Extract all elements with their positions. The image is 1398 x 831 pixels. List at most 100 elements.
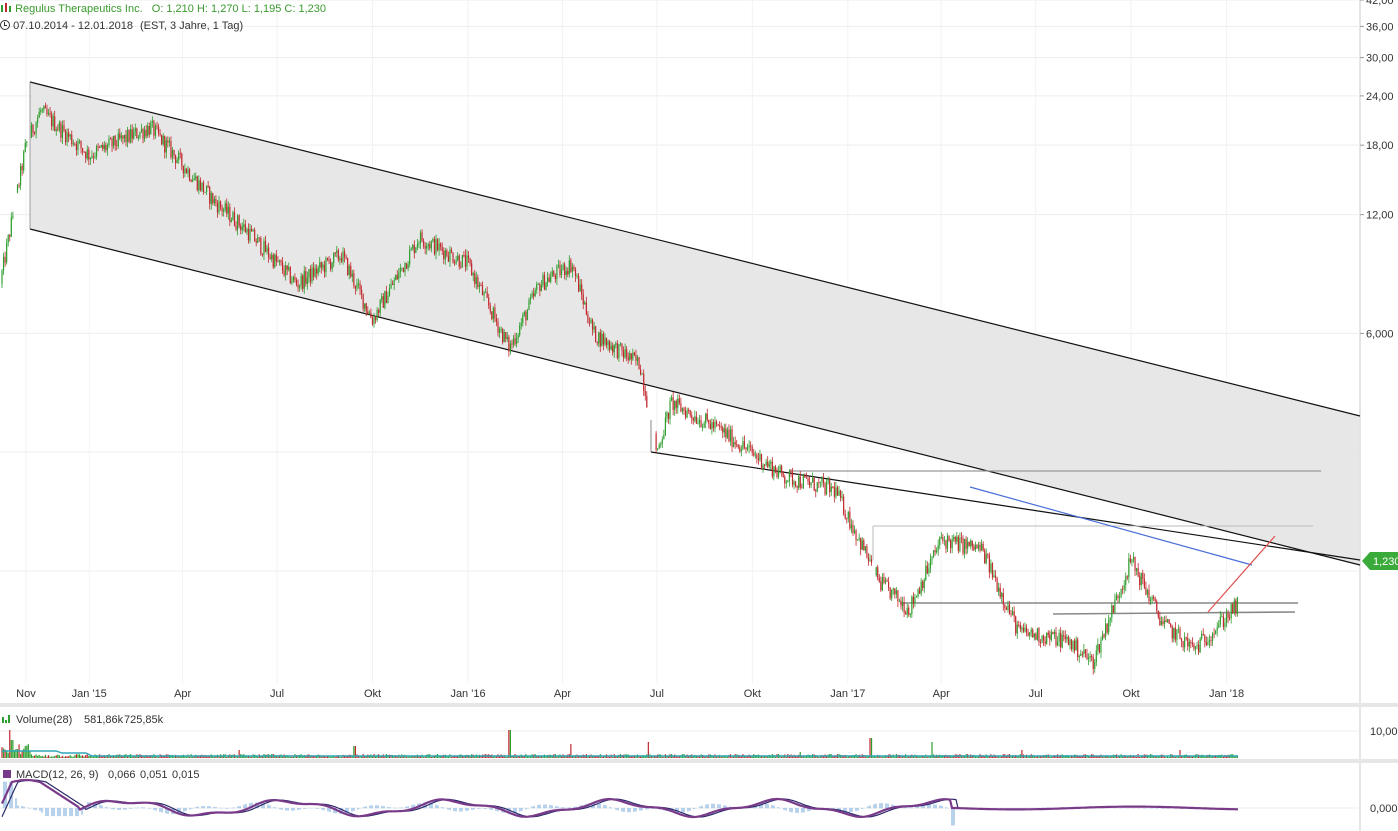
candle-body xyxy=(1163,620,1166,624)
macd-histogram-bar xyxy=(105,806,107,809)
candle-body xyxy=(818,482,820,484)
candle-body xyxy=(109,138,112,140)
candle-body xyxy=(368,312,370,314)
macd-histogram-bar xyxy=(569,807,571,809)
volume-bar xyxy=(32,755,34,758)
macd-histogram-bar xyxy=(803,808,805,813)
candle-body xyxy=(286,265,288,270)
candle-body xyxy=(932,550,935,558)
candle-body xyxy=(1225,613,1228,623)
candle-body xyxy=(517,335,519,339)
candle-body xyxy=(47,112,50,115)
volume-bar xyxy=(423,756,425,758)
candle-body xyxy=(221,207,223,212)
volume-bar xyxy=(75,754,77,758)
candle-body xyxy=(489,305,491,312)
candle-body xyxy=(1176,629,1178,640)
candle-body xyxy=(1115,595,1118,600)
candle-body xyxy=(960,537,963,539)
candle-body xyxy=(787,480,789,483)
macd-histogram-bar xyxy=(75,808,77,817)
macd-histogram-bar xyxy=(159,808,161,812)
time-tick-label: Jul xyxy=(650,688,664,700)
candle-body xyxy=(444,250,446,260)
volume-bar xyxy=(894,756,896,758)
candle-body xyxy=(374,317,377,321)
candle-body xyxy=(728,429,730,442)
macd-histogram-bar xyxy=(305,808,307,809)
candle-body xyxy=(416,244,418,248)
candle-body xyxy=(331,263,333,270)
macd-histogram-bar xyxy=(701,805,703,809)
candle-body xyxy=(680,403,682,412)
volume-bar xyxy=(88,755,90,758)
candle-body xyxy=(371,318,374,325)
macd-histogram-bar xyxy=(621,808,623,812)
macd-histogram-bar xyxy=(945,807,947,809)
macd-histogram-bar xyxy=(23,806,25,809)
macd-histogram-bar xyxy=(549,804,551,809)
candle-body xyxy=(573,266,575,270)
candle-body xyxy=(1171,626,1173,639)
candle-body xyxy=(599,332,601,347)
macd-histogram-bar xyxy=(905,807,907,809)
candle-body xyxy=(66,132,68,143)
macd-histogram-bar xyxy=(689,808,691,811)
candle-body xyxy=(748,445,750,448)
candle-body xyxy=(1193,643,1195,649)
macd-histogram-bar xyxy=(29,808,31,809)
instrument-name[interactable]: Regulus Therapeutics Inc. xyxy=(15,3,143,15)
macd-histogram-bar xyxy=(345,808,347,814)
candle-body xyxy=(889,587,891,599)
macd-histogram-bar xyxy=(329,808,331,813)
candle-body xyxy=(626,349,628,357)
price-chart[interactable]: 42,00 36,00 30,00 24,00 18,00 12,00 6,000 Nov J… xyxy=(0,0,1398,831)
candle-body xyxy=(357,283,360,285)
candle-body xyxy=(985,554,987,564)
macd-histogram-bar xyxy=(155,808,157,811)
candle-body xyxy=(714,421,716,429)
candle-body xyxy=(72,143,74,145)
macd-histogram-bar xyxy=(771,805,773,809)
macd-histogram-bar xyxy=(407,806,409,809)
volume-bar xyxy=(192,756,194,758)
macd-histogram-bar xyxy=(243,804,245,809)
candle-body xyxy=(861,540,863,550)
volume-bar xyxy=(292,756,294,758)
macd-histogram-bar xyxy=(615,808,617,810)
candle-body xyxy=(723,428,725,433)
candle-body xyxy=(522,315,524,323)
macd-histogram-bar xyxy=(197,806,199,809)
macd-histogram-bar xyxy=(113,808,115,810)
candle-body xyxy=(609,341,611,350)
candle-body xyxy=(1036,628,1038,640)
candle-body xyxy=(483,292,485,296)
last-price-tag: 1,230 xyxy=(1362,552,1398,570)
candle-body xyxy=(1041,635,1043,643)
candle-body xyxy=(740,449,742,452)
price-tick-label: 6,000 xyxy=(1366,328,1394,340)
candle-body xyxy=(816,482,818,492)
candle-body xyxy=(1222,616,1224,628)
candle-body xyxy=(550,276,552,282)
candle-body xyxy=(1205,642,1207,646)
candle-body xyxy=(596,342,598,344)
candle-body xyxy=(917,589,919,597)
volume-bar xyxy=(506,756,508,758)
macd-histogram-bar xyxy=(401,807,403,809)
candle-body xyxy=(188,169,191,181)
candle-body xyxy=(92,156,95,158)
price-tick-label: 36,00 xyxy=(1366,21,1394,33)
macd-histogram-bar xyxy=(543,804,545,809)
candle-body xyxy=(71,134,73,145)
candle-body xyxy=(82,147,84,152)
candle-body xyxy=(297,284,299,288)
candle-body xyxy=(804,475,806,478)
candle-body xyxy=(641,373,643,375)
volume-bar xyxy=(1222,756,1224,758)
candle-body xyxy=(826,481,828,495)
candle-body xyxy=(790,470,792,473)
volume-bar xyxy=(770,756,772,758)
candle-body xyxy=(928,568,930,574)
candle-body xyxy=(447,256,449,262)
